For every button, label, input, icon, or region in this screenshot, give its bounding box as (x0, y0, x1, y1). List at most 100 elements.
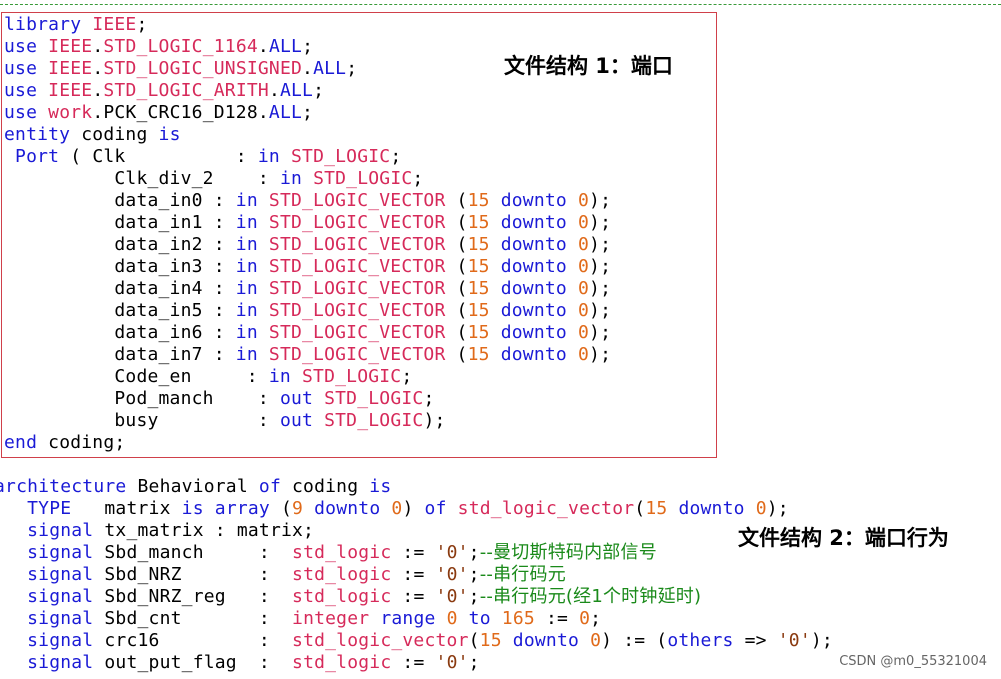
code-token: integer (292, 608, 370, 629)
code-token: STD_LOGIC_VECTOR (268, 322, 446, 343)
code-token: entity (4, 124, 71, 145)
code-token: STD_LOGIC_VECTOR (268, 300, 446, 321)
code-line: Pod_manch : out STD_LOGIC; (4, 388, 611, 410)
code-token: STD_LOGIC (291, 146, 391, 167)
code-token: to (468, 608, 491, 629)
code-token: . (257, 36, 269, 57)
code-line: Code_en : in STD_LOGIC; (4, 366, 611, 388)
code-token: tx_matrix : matrix; (93, 520, 315, 541)
code-token: 9 (292, 498, 304, 519)
code-token: std_logic_vector (457, 498, 635, 519)
code-token: '0' (435, 586, 469, 607)
code-token: TYPE (27, 498, 72, 519)
code-token: ( (269, 498, 293, 519)
code-token: Port (15, 146, 60, 167)
code-token: 15 (467, 234, 490, 255)
code-line: signal Sbd_cnt : integer range 0 to 165 … (0, 608, 833, 630)
code-token: Code_en : (4, 366, 269, 387)
code-token: in (257, 146, 280, 167)
code-token: ); (589, 256, 612, 277)
code-token: ; (136, 14, 148, 35)
code-token: => (733, 630, 778, 651)
code-token: ALL (268, 36, 303, 57)
code-token: 15 (479, 630, 502, 651)
code-token: . (302, 58, 314, 79)
code-token: in (235, 300, 258, 321)
code-token: ); (589, 190, 612, 211)
code-token: STD_LOGIC (324, 388, 424, 409)
code-line: entity coding is (4, 124, 611, 146)
code-token: Behavioral (126, 476, 259, 497)
code-token: is (181, 498, 204, 519)
code-token: ) := ( (601, 630, 668, 651)
code-token: ; (346, 58, 358, 79)
architecture-code-block: architecture Behavioral of coding is TYP… (0, 476, 833, 674)
code-token: 0 (577, 234, 590, 255)
code-token: out (279, 410, 314, 431)
code-token: Clk_div_2 : (4, 168, 280, 189)
code-token: := (391, 564, 436, 585)
code-token: std_logic_vector (292, 630, 469, 651)
code-token: range (380, 608, 436, 629)
code-token: in (235, 212, 258, 233)
code-token: data_in3 : (4, 256, 236, 277)
code-token: signal (27, 652, 94, 673)
code-token: signal (27, 608, 94, 629)
code-token: 0 (590, 630, 602, 651)
code-token: signal (27, 520, 94, 541)
code-token: data_in0 : (4, 190, 236, 211)
code-token: 0 (446, 608, 458, 629)
code-line: use IEEE.STD_LOGIC_ARITH.ALL; (4, 80, 611, 102)
code-line: Port ( Clk : in STD_LOGIC; (4, 146, 611, 168)
code-token: work (48, 102, 93, 123)
code-token: IEEE (48, 80, 93, 101)
code-token: STD_LOGIC_VECTOR (268, 256, 446, 277)
code-token: ( (445, 344, 468, 365)
code-token: architecture (0, 476, 127, 497)
code-token: ALL (313, 58, 347, 79)
code-token: ; (468, 542, 480, 563)
code-line: data_in6 : in STD_LOGIC_VECTOR (15 downt… (4, 322, 611, 344)
code-token: IEEE (48, 36, 93, 57)
code-token: downto (500, 278, 567, 299)
code-token: '0' (777, 630, 811, 651)
code-line: busy : out STD_LOGIC); (4, 410, 611, 432)
code-token: 15 (467, 278, 490, 299)
code-token: of (258, 476, 281, 497)
code-token: 0 (391, 498, 403, 519)
code-token: Sbd_cnt : (93, 608, 293, 629)
code-token: STD_LOGIC_VECTOR (268, 278, 446, 299)
code-token: ; (468, 652, 480, 673)
code-token: Sbd_NRZ_reg : (93, 586, 293, 607)
code-line: data_in3 : in STD_LOGIC_VECTOR (15 downt… (4, 256, 611, 278)
code-line: end coding; (4, 432, 611, 454)
code-token: ); (810, 630, 833, 651)
code-token: busy : (4, 410, 280, 431)
code-token: data_in6 : (4, 322, 236, 343)
code-token: ( Clk : (59, 146, 258, 167)
